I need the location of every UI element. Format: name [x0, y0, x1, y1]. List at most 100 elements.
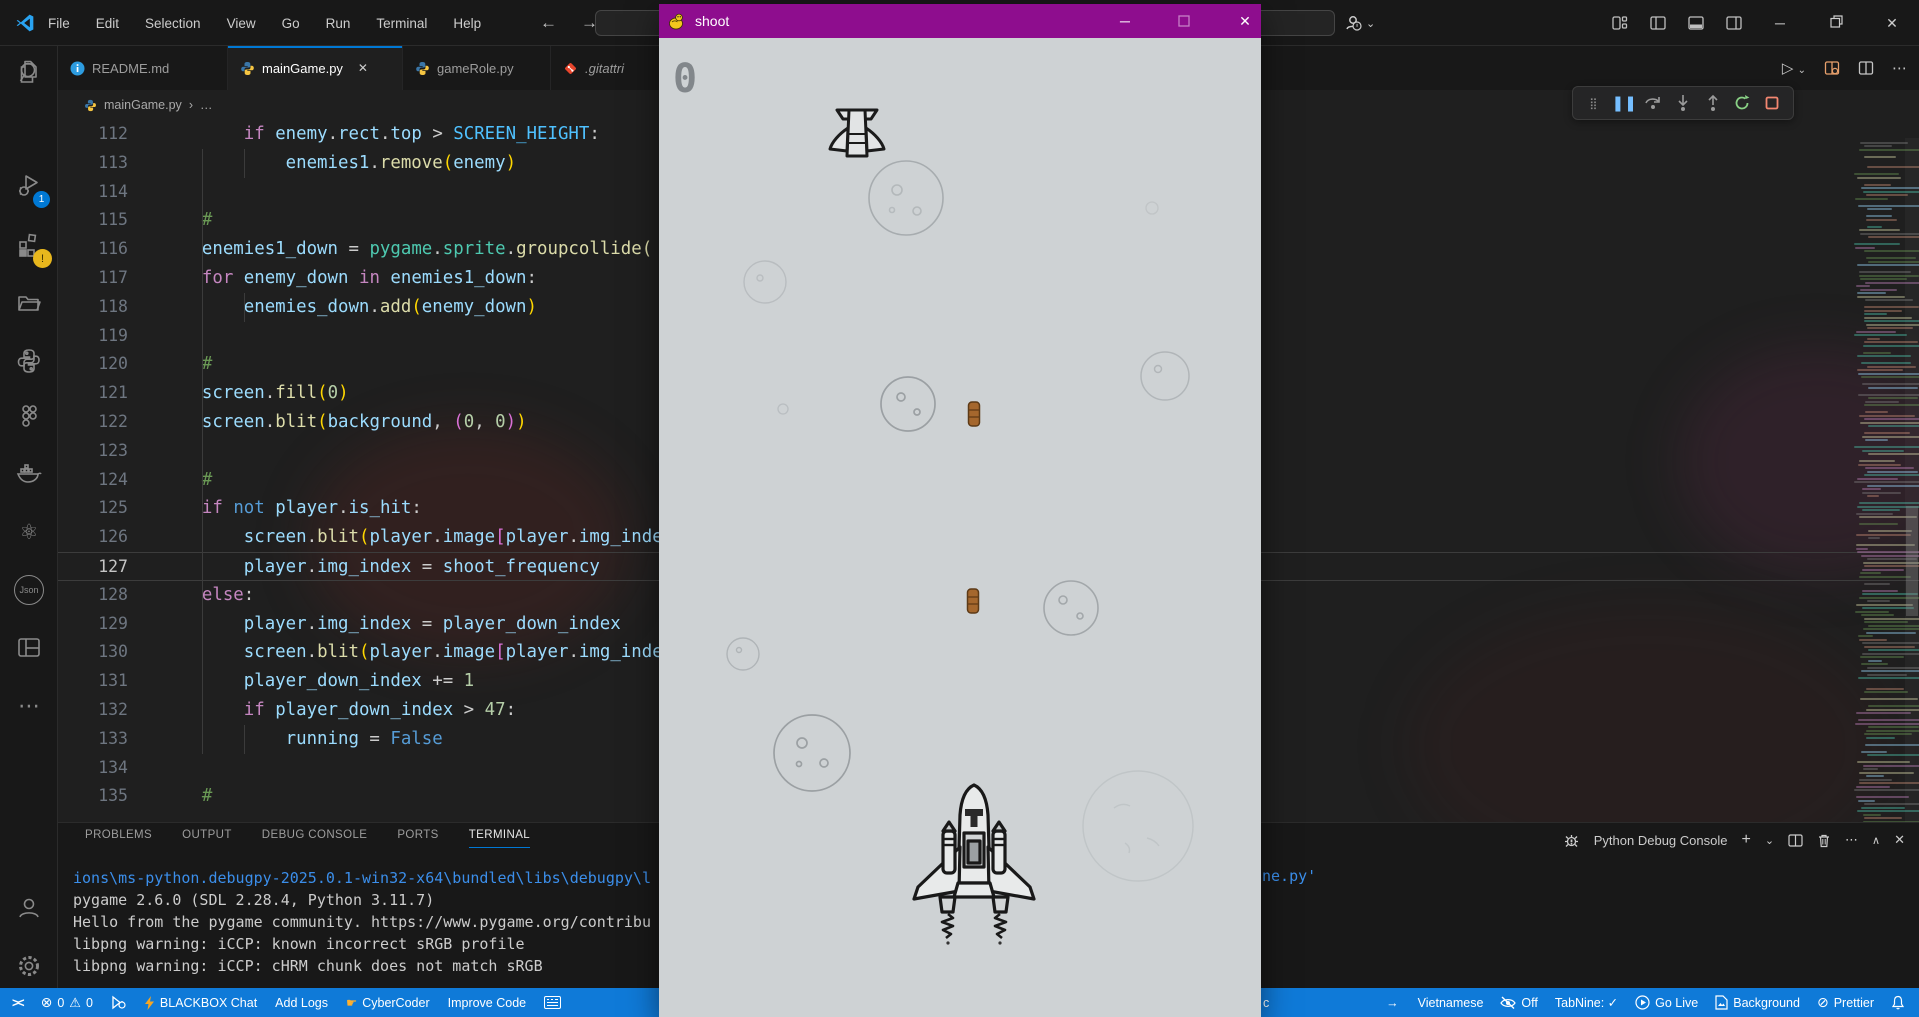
- game-close-button[interactable]: ✕: [1228, 4, 1262, 38]
- game-window-titlebar[interactable]: shoot ─ ✕: [659, 4, 1261, 38]
- bullet: [968, 589, 979, 613]
- menu-edit[interactable]: Edit: [96, 16, 119, 31]
- activity-bar: 1 ! ⚛ Json ⋯: [0, 46, 58, 988]
- tabnine-status[interactable]: TabNine: ✓: [1555, 995, 1618, 1010]
- split-editor-icon[interactable]: [1858, 60, 1874, 76]
- split-editor-search-icon[interactable]: [1824, 60, 1840, 76]
- breadcrumb-more[interactable]: …: [200, 98, 213, 112]
- notifications-bell-icon[interactable]: [1891, 995, 1905, 1010]
- add-logs-button[interactable]: Add Logs: [275, 996, 328, 1010]
- editor-more-actions-icon[interactable]: ⋯: [1892, 59, 1907, 77]
- panel-tab-problems[interactable]: PROBLEMS: [85, 829, 152, 848]
- menu-file[interactable]: File: [48, 16, 70, 31]
- toggle-panel-icon[interactable]: [1688, 15, 1704, 31]
- cybercoder-button[interactable]: ☛ CyberCoder: [346, 995, 430, 1010]
- game-maximize-button[interactable]: [1167, 4, 1201, 38]
- tab-readme[interactable]: README.md: [58, 46, 228, 90]
- lightning-icon: [144, 996, 155, 1010]
- blackbox-chat-button[interactable]: BLACKBOX Chat: [144, 996, 257, 1010]
- menu-run[interactable]: Run: [326, 16, 351, 31]
- tab-maingame[interactable]: mainGame.py ✕: [228, 46, 403, 90]
- tab-gamerole[interactable]: gameRole.py: [403, 46, 551, 90]
- tab-close-icon[interactable]: ✕: [358, 61, 368, 75]
- eye-off-icon: [1500, 996, 1516, 1009]
- tab-label: mainGame.py: [262, 61, 343, 76]
- asteroid: [744, 261, 786, 303]
- debug-step-over-icon[interactable]: [1641, 94, 1665, 112]
- new-terminal-icon[interactable]: +: [1741, 831, 1750, 849]
- sidebar-item-search[interactable]: [0, 46, 58, 98]
- debug-step-out-icon[interactable]: [1701, 94, 1725, 112]
- settings-button[interactable]: [0, 940, 58, 992]
- language-indicator[interactable]: → Vietnamese: [1386, 996, 1483, 1010]
- panel-tab-ports[interactable]: PORTS: [397, 829, 438, 848]
- menu-go[interactable]: Go: [282, 16, 300, 31]
- remote-indicator[interactable]: ><: [12, 996, 23, 1010]
- editor-scrollbar[interactable]: [1905, 138, 1919, 822]
- breadcrumb-file[interactable]: mainGame.py: [104, 98, 182, 112]
- indent-guide: [202, 149, 203, 754]
- keyboard-icon[interactable]: [544, 996, 561, 1009]
- window-restore-button[interactable]: [1808, 15, 1864, 31]
- split-terminal-icon[interactable]: [1788, 833, 1803, 848]
- close-panel-icon[interactable]: ✕: [1894, 832, 1905, 848]
- game-canvas[interactable]: 0: [659, 38, 1261, 1017]
- indent-guide: [244, 725, 245, 754]
- sidebar-item-run-debug[interactable]: 1: [0, 160, 58, 212]
- account-activity-button[interactable]: [0, 882, 58, 934]
- window-minimize-button[interactable]: ─: [1752, 15, 1808, 31]
- sidebar-item-react[interactable]: ⚛: [0, 506, 58, 558]
- go-live-button[interactable]: Go Live: [1635, 995, 1698, 1010]
- problems-status[interactable]: ⊗ 0 ⚠ 0: [41, 994, 93, 1011]
- menu-terminal[interactable]: Terminal: [376, 16, 427, 31]
- sidebar-item-layout[interactable]: [0, 622, 58, 674]
- debug-stop-icon[interactable]: [1760, 95, 1784, 111]
- panel-more-actions-icon[interactable]: ⋯: [1845, 832, 1858, 848]
- panel-tab-terminal[interactable]: TERMINAL: [469, 829, 530, 848]
- kill-terminal-icon[interactable]: [1817, 833, 1831, 848]
- nav-back-icon[interactable]: ←: [540, 13, 557, 33]
- window-close-button[interactable]: ✕: [1864, 15, 1919, 32]
- menu-help[interactable]: Help: [453, 16, 481, 31]
- sidebar-item-extensions[interactable]: !: [0, 218, 58, 270]
- debug-step-into-icon[interactable]: [1671, 94, 1695, 112]
- warning-icon: ⚠: [69, 995, 81, 1011]
- indent-guide: [244, 293, 245, 322]
- toggle-secondary-sidebar-icon[interactable]: [1726, 15, 1742, 31]
- sidebar-item-figma[interactable]: [0, 390, 58, 442]
- customize-layout-icon[interactable]: [1612, 15, 1628, 31]
- sidebar-item-json[interactable]: Json: [0, 564, 58, 616]
- terminal-dropdown-icon[interactable]: ⌄: [1765, 834, 1774, 847]
- toggle-sidebar-icon[interactable]: [1650, 15, 1666, 31]
- panel-tab-output[interactable]: OUTPUT: [182, 829, 232, 848]
- account-button[interactable]: ⌄: [1344, 8, 1390, 38]
- maximize-panel-icon[interactable]: ∧: [1872, 834, 1880, 847]
- game-minimize-button[interactable]: ─: [1108, 4, 1142, 38]
- sidebar-item-python[interactable]: [0, 335, 58, 387]
- debug-pause-button[interactable]: ❚❚: [1612, 94, 1636, 112]
- breadcrumb-separator: ›: [189, 98, 193, 112]
- debug-drag-handle[interactable]: ⣿: [1582, 97, 1606, 110]
- panel-tab-debug-console[interactable]: DEBUG CONSOLE: [262, 829, 368, 848]
- sidebar-item-docker[interactable]: [0, 448, 58, 500]
- improve-code-button[interactable]: Improve Code: [448, 996, 527, 1010]
- panel-tabs: PROBLEMS OUTPUT DEBUG CONSOLE PORTS TERM…: [85, 829, 530, 848]
- menu-view[interactable]: View: [227, 16, 256, 31]
- screenreader-toggle[interactable]: Off: [1500, 996, 1537, 1010]
- layout-icon: [16, 635, 42, 661]
- menu-selection[interactable]: Selection: [145, 16, 201, 31]
- background-extension-button[interactable]: Background: [1715, 995, 1800, 1010]
- debug-restart-icon[interactable]: [1730, 94, 1754, 112]
- tab-label: .gitattri: [585, 61, 624, 76]
- terminal-instance-label[interactable]: Python Debug Console: [1594, 833, 1728, 848]
- sidebar-item-more[interactable]: ⋯: [0, 680, 58, 732]
- docker-icon: [16, 461, 42, 487]
- scrollbar-thumb[interactable]: [1906, 506, 1918, 616]
- pygame-window[interactable]: shoot ─ ✕ 0: [659, 4, 1261, 1017]
- run-python-button[interactable]: ▷ ⌄: [1782, 59, 1806, 77]
- sidebar-item-remote-explorer[interactable]: [0, 277, 58, 329]
- game-window-title: shoot: [695, 13, 729, 29]
- bullet: [969, 402, 980, 426]
- prettier-status[interactable]: ⊘ Prettier: [1817, 994, 1874, 1011]
- debug-status-icon[interactable]: [111, 995, 126, 1010]
